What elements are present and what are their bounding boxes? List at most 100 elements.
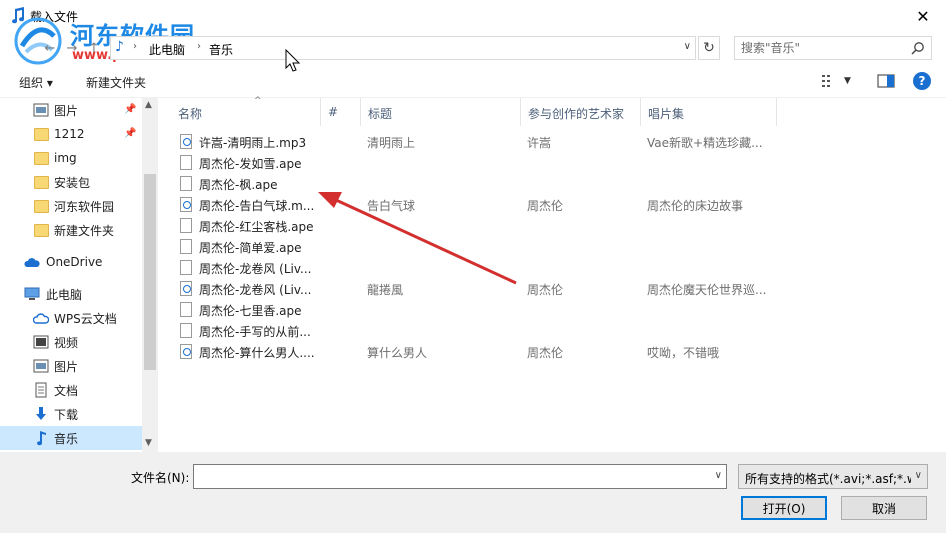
- music-note-icon: [12, 7, 25, 24]
- file-name: 周杰伦-发如雪.ape: [199, 157, 302, 171]
- sidebar-item-installers[interactable]: 安装包: [0, 170, 142, 194]
- sidebar-item-hedong[interactable]: 河东软件园: [0, 194, 142, 218]
- file-row[interactable]: 周杰伦-发如雪.ape: [158, 152, 946, 173]
- video-icon: [33, 335, 49, 349]
- refresh-icon: ↻: [703, 40, 715, 56]
- close-icon: ✕: [916, 6, 930, 26]
- close-button[interactable]: ✕: [900, 0, 946, 32]
- column-header-number[interactable]: #: [320, 98, 360, 126]
- folder-icon: [34, 200, 49, 213]
- file-row[interactable]: 周杰伦-枫.ape: [158, 173, 946, 194]
- file-row[interactable]: 周杰伦-七里香.ape: [158, 299, 946, 320]
- file-title: 告白气球: [367, 199, 416, 213]
- file-row[interactable]: 周杰伦-告白气球.m... 告白气球 周杰伦 周杰伦的床边故事: [158, 194, 946, 215]
- file-row[interactable]: 周杰伦-手写的从前...: [158, 320, 946, 341]
- chevron-right-icon: ›: [197, 41, 201, 52]
- file-row[interactable]: 周杰伦-红尘客栈.ape: [158, 215, 946, 236]
- column-header-label: 标题: [368, 107, 393, 121]
- navigation-pane: 图片 📌 1212 📌 img 安装包 河东软件园 新建文件夹 OneDrive: [0, 98, 158, 452]
- sidebar-item-new-folder[interactable]: 新建文件夹: [0, 218, 142, 242]
- computer-icon: [24, 287, 40, 300]
- sidebar-item-music[interactable]: 音乐: [0, 426, 142, 450]
- file-row[interactable]: 许嵩-清明雨上.mp3 清明雨上 许嵩 Vae新歌+精选珍藏...: [158, 131, 946, 152]
- column-header-album[interactable]: 唱片集: [640, 98, 776, 126]
- breadcrumb-this-pc[interactable]: 此电脑: [149, 41, 185, 58]
- audio-file-icon: [180, 281, 192, 296]
- back-button[interactable]: ←: [40, 38, 60, 58]
- help-icon: ?: [918, 74, 926, 88]
- search-input[interactable]: [735, 37, 905, 59]
- scroll-up-icon[interactable]: ▲: [145, 100, 152, 110]
- change-view-button[interactable]: ▼: [822, 73, 862, 89]
- folder-icon: [34, 128, 49, 141]
- sidebar-item-pictures[interactable]: 图片: [0, 354, 142, 378]
- preview-pane-icon[interactable]: [877, 73, 895, 89]
- sidebar-item-label: 此电脑: [46, 287, 83, 302]
- pin-icon: 📌: [124, 104, 137, 115]
- scroll-down-icon[interactable]: ▼: [145, 438, 152, 448]
- column-header-title[interactable]: 标题: [360, 98, 520, 126]
- up-arrow-icon: ↑: [88, 40, 100, 56]
- load-file-dialog: 载入文件 ✕ 河东软件园 www.pc0359.cn ← → ↑ ♪ › 此电脑…: [0, 0, 946, 533]
- new-folder-button[interactable]: 新建文件夹: [86, 74, 146, 91]
- sidebar-item-downloads[interactable]: 下载: [0, 402, 142, 426]
- filename-input[interactable]: [194, 465, 704, 488]
- file-row[interactable]: 周杰伦-算什么男人.... 算什么男人 周杰伦 哎呦，不错哦: [158, 341, 946, 362]
- sidebar-item-documents[interactable]: 文档: [0, 378, 142, 402]
- navigation-row: ← → ↑ ♪ › 此电脑 › 音乐 ∨ ↻: [0, 32, 946, 64]
- sidebar-item-1212[interactable]: 1212 📌: [0, 122, 142, 146]
- file-name: 周杰伦-七里香.ape: [199, 304, 302, 318]
- cloud-icon: [33, 313, 49, 324]
- column-header-name[interactable]: 名称 ^: [170, 96, 320, 126]
- folder-icon: [34, 152, 49, 165]
- chevron-down-icon[interactable]: ∨: [715, 470, 722, 481]
- pictures-icon: [33, 103, 49, 117]
- file-icon: [180, 176, 192, 191]
- audio-file-icon: [180, 344, 192, 359]
- file-album: Vae新歌+精选珍藏...: [647, 136, 763, 150]
- pin-icon: 📌: [124, 128, 137, 139]
- sidebar-item-img[interactable]: img: [0, 146, 142, 170]
- chevron-down-icon[interactable]: ∨: [684, 41, 691, 52]
- chevron-down-icon: ∨: [914, 470, 922, 481]
- address-bar[interactable]: ♪ › 此电脑 › 音乐 ∨: [110, 36, 696, 60]
- file-artist: 许嵩: [527, 136, 552, 150]
- scrollbar-thumb[interactable]: [144, 174, 156, 370]
- dialog-footer: 文件名(N): ∨ 所有支持的格式(*.avi;*.asf;*.wr ∨ 打开(…: [0, 452, 946, 533]
- column-header-label: 参与创作的艺术家: [528, 107, 625, 121]
- sidebar-item-this-pc[interactable]: 此电脑: [0, 282, 142, 306]
- toolbar: 组织 ▾ 新建文件夹 ▼ ?: [0, 64, 946, 98]
- audio-file-icon: [180, 134, 192, 149]
- column-header-artist[interactable]: 参与创作的艺术家: [520, 98, 640, 126]
- audio-file-icon: [180, 197, 192, 212]
- sidebar-scrollbar[interactable]: ▲ ▼: [142, 98, 158, 452]
- cancel-button[interactable]: 取消: [841, 496, 927, 520]
- cloud-icon: [24, 258, 40, 267]
- sidebar-item-pictures-quick[interactable]: 图片 📌: [0, 98, 142, 122]
- file-album: 哎呦，不错哦: [647, 346, 720, 360]
- file-album: 周杰伦魔天伦世界巡...: [647, 283, 767, 297]
- file-row[interactable]: 周杰伦-龙卷风 (Liv...: [158, 257, 946, 278]
- sidebar-item-wps-cloud[interactable]: WPS云文档: [0, 306, 142, 330]
- refresh-button[interactable]: ↻: [698, 36, 720, 60]
- music-note-icon: ♪: [115, 39, 124, 55]
- breadcrumb-music[interactable]: 音乐: [209, 41, 233, 58]
- open-button[interactable]: 打开(O): [741, 496, 827, 520]
- file-title: 清明雨上: [367, 136, 416, 150]
- forward-arrow-icon: →: [66, 40, 78, 56]
- search-icon[interactable]: [911, 41, 925, 55]
- file-row[interactable]: 周杰伦-龙卷风 (Liv... 龍捲風 周杰伦 周杰伦魔天伦世界巡...: [158, 278, 946, 299]
- sidebar-item-onedrive[interactable]: OneDrive: [0, 250, 142, 274]
- file-row[interactable]: 周杰伦-简单爱.ape: [158, 236, 946, 257]
- help-button[interactable]: ?: [913, 72, 931, 90]
- column-divider[interactable]: [776, 98, 777, 126]
- file-name: 许嵩-清明雨上.mp3: [199, 136, 307, 150]
- up-button[interactable]: ↑: [84, 38, 104, 58]
- sidebar-item-label: img: [54, 151, 77, 165]
- organize-button[interactable]: 组织 ▾: [19, 74, 53, 91]
- forward-button[interactable]: →: [62, 38, 82, 58]
- sidebar-item-videos[interactable]: 视频: [0, 330, 142, 354]
- file-icon: [180, 323, 192, 338]
- filetype-select[interactable]: 所有支持的格式(*.avi;*.asf;*.wr ∨: [738, 464, 928, 489]
- sidebar-item-label: WPS云文档: [54, 311, 117, 326]
